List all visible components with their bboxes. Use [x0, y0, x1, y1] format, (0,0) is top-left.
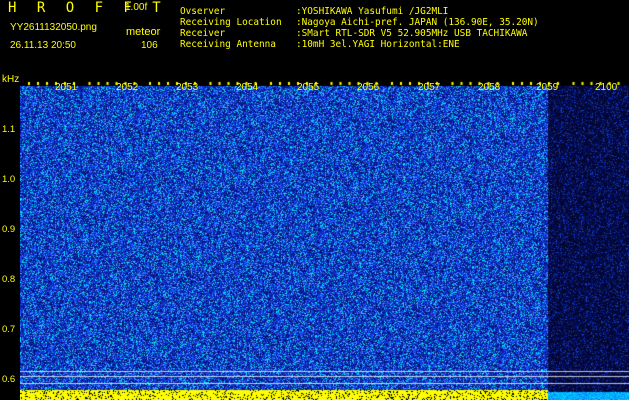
- x-tick-label: 2054: [236, 82, 259, 93]
- x-tick-label: 2058: [478, 82, 501, 93]
- info-row: Receiving Antenna :10mH 3el.YAGI Horizont…: [180, 39, 539, 50]
- mode-label: meteor: [126, 26, 161, 38]
- info-key: Receiving Antenna: [180, 39, 276, 50]
- info-value: :10mH 3el.YAGI Horizontal:ENE: [296, 39, 460, 50]
- y-tick-label: 0.9: [2, 224, 16, 235]
- y-tick-label: 0.7: [2, 324, 16, 335]
- y-axis-unit: kHz: [2, 74, 20, 85]
- info-key: Receiving Location: [180, 17, 282, 28]
- info-value: :SMart RTL-SDR V5 52.905MHz USB TACHIKAW…: [296, 28, 528, 39]
- header-panel: H R O F F T 1.00f YY2611132050.png meteo…: [0, 0, 629, 80]
- info-value: :YOSHIKAWA Yasufumi /JG2MLI: [296, 6, 449, 17]
- y-tick-label: 0.6: [2, 374, 16, 385]
- x-tick-label: 2051: [55, 82, 78, 93]
- info-key: Receiver: [180, 28, 226, 39]
- meteor-count: 106: [141, 40, 158, 51]
- app-version: 1.00f: [125, 2, 148, 13]
- y-tick-label: 1.0: [2, 174, 16, 185]
- x-tick-label: 2053: [176, 82, 199, 93]
- station-info: Ovserver :YOSHIKAWA Yasufumi /JG2MLI Rece…: [180, 6, 539, 50]
- y-tick-label: 1.1: [2, 124, 16, 135]
- y-tick-label: 0.8: [2, 274, 16, 285]
- x-tick-label: 2059: [536, 82, 559, 93]
- x-tick-label: 2052: [116, 82, 139, 93]
- spectrogram-canvas: [20, 80, 629, 400]
- x-tick-label: 2100: [595, 82, 618, 93]
- x-tick-label: 2057: [418, 82, 441, 93]
- info-row: Receiving Location :Nagoya Aichi-pref. JA…: [180, 17, 539, 28]
- x-tick-label: 2055: [297, 82, 320, 93]
- info-row: Ovserver :YOSHIKAWA Yasufumi /JG2MLI: [180, 6, 539, 17]
- x-tick-label: 2056: [357, 82, 380, 93]
- info-row: Receiver :SMart RTL-SDR V5 52.905MHz USB …: [180, 28, 539, 39]
- file-name: YY2611132050.png: [10, 22, 97, 33]
- date-time: 26.11.13 20:50: [10, 40, 76, 51]
- info-value: :Nagoya Aichi-pref. JAPAN (136.90E, 35.2…: [296, 17, 539, 28]
- info-key: Ovserver: [180, 6, 226, 17]
